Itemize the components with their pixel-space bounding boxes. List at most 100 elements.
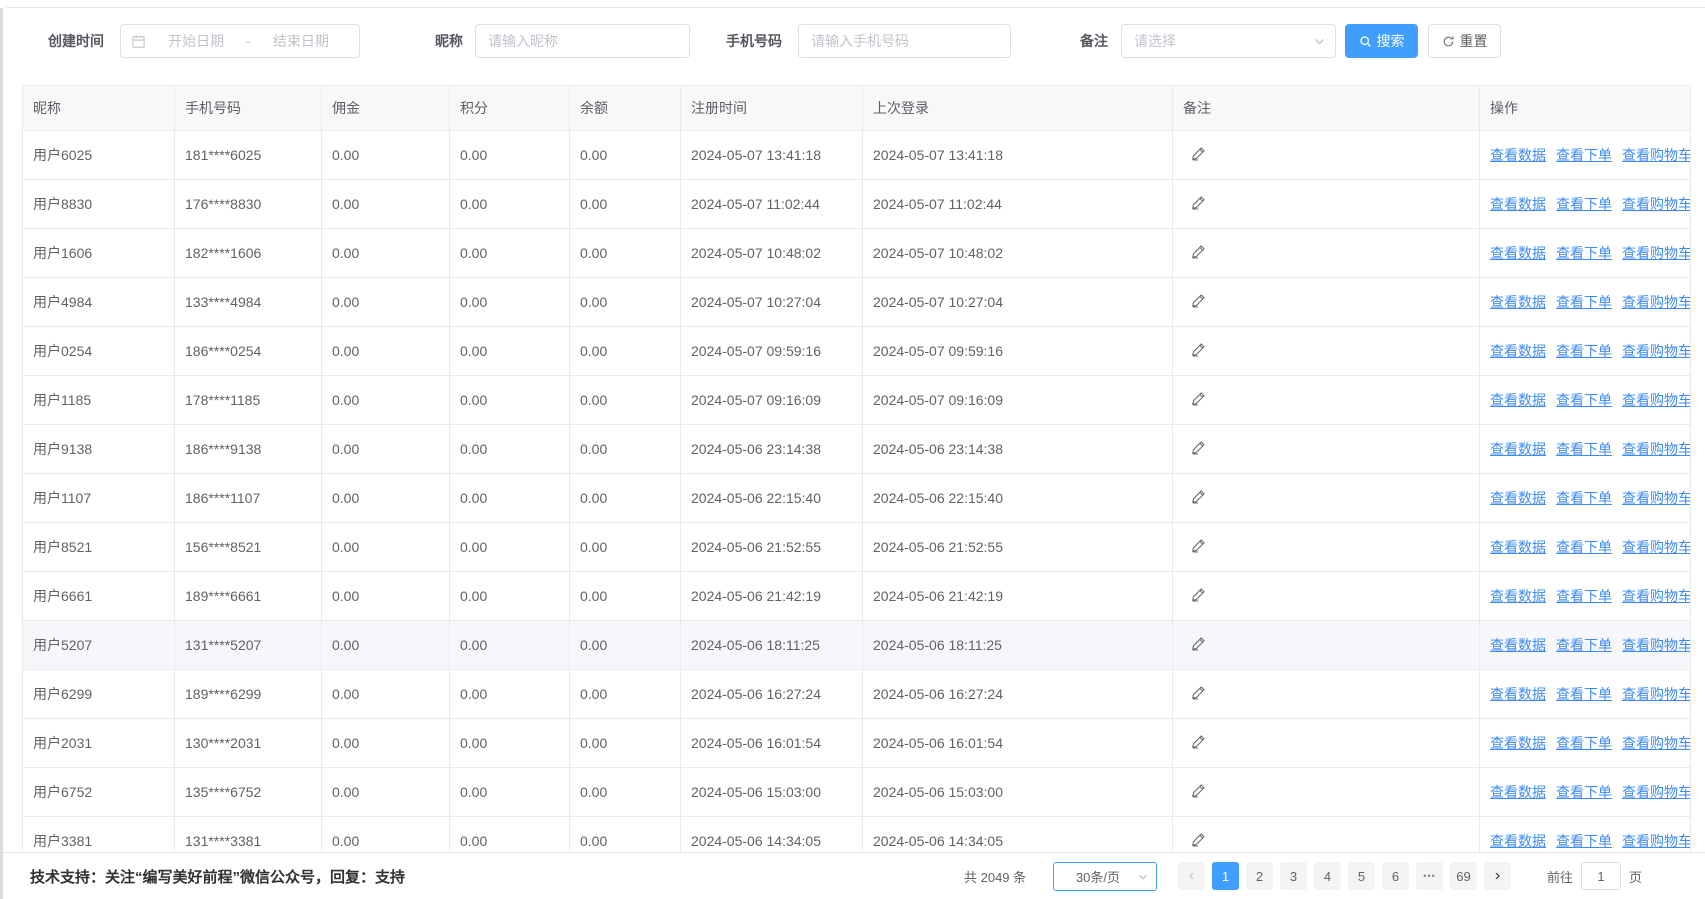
more-pages-button[interactable]: ••• xyxy=(1416,862,1443,890)
reset-button[interactable]: 重置 xyxy=(1428,24,1501,58)
remark-select[interactable]: 请选择 xyxy=(1121,24,1336,58)
cell-balance: 0.00 xyxy=(570,425,681,474)
start-date-placeholder[interactable]: 开始日期 xyxy=(148,31,244,51)
left-edge-scrollbar[interactable] xyxy=(0,8,3,899)
phone-input[interactable] xyxy=(798,24,1011,58)
action-link[interactable]: 查看下单 xyxy=(1556,196,1612,212)
prev-page-button[interactable]: ‹ xyxy=(1178,862,1205,890)
edit-remark-icon[interactable] xyxy=(1191,195,1206,210)
action-link[interactable]: 查看数据 xyxy=(1490,441,1546,457)
cell-nickname: 用户5207 xyxy=(23,621,175,670)
cell-phone: 186****1107 xyxy=(175,474,322,523)
action-link[interactable]: 查看数据 xyxy=(1490,833,1546,849)
action-link[interactable]: 查看数据 xyxy=(1490,245,1546,261)
end-date-placeholder[interactable]: 结束日期 xyxy=(253,31,349,51)
action-link[interactable]: 查看下单 xyxy=(1556,833,1612,849)
action-link[interactable]: 查看数据 xyxy=(1490,490,1546,506)
cell-points: 0.00 xyxy=(450,768,570,817)
action-link[interactable]: 查看购物车 xyxy=(1622,196,1691,212)
action-link[interactable]: 查看购物车 xyxy=(1622,392,1691,408)
edit-remark-icon[interactable] xyxy=(1191,391,1206,406)
action-link[interactable]: 查看数据 xyxy=(1490,196,1546,212)
cell-remark xyxy=(1173,376,1480,425)
search-button[interactable]: 搜索 xyxy=(1345,24,1418,58)
action-link[interactable]: 查看购物车 xyxy=(1622,441,1691,457)
action-link[interactable]: 查看下单 xyxy=(1556,294,1612,310)
action-link[interactable]: 查看下单 xyxy=(1556,637,1612,653)
page-size-select[interactable]: 30条/页 xyxy=(1053,862,1157,891)
action-link[interactable]: 查看数据 xyxy=(1490,784,1546,800)
edit-remark-icon[interactable] xyxy=(1191,146,1206,161)
action-link[interactable]: 查看购物车 xyxy=(1622,490,1691,506)
page-button-6[interactable]: 6 xyxy=(1382,862,1409,890)
nickname-label: 昵称 xyxy=(435,24,463,58)
page-button-2[interactable]: 2 xyxy=(1246,862,1273,890)
action-link[interactable]: 查看数据 xyxy=(1490,735,1546,751)
action-link[interactable]: 查看购物车 xyxy=(1622,686,1691,702)
table-header-row: 昵称手机号码佣金积分余额注册时间上次登录备注操作 xyxy=(23,86,1691,131)
cell-commission: 0.00 xyxy=(322,768,450,817)
cell-register-time: 2024-05-07 10:48:02 xyxy=(681,229,863,278)
cell-points: 0.00 xyxy=(450,719,570,768)
action-link[interactable]: 查看数据 xyxy=(1490,686,1546,702)
action-link[interactable]: 查看购物车 xyxy=(1622,147,1691,163)
action-link[interactable]: 查看下单 xyxy=(1556,392,1612,408)
edit-remark-icon[interactable] xyxy=(1191,636,1206,651)
edit-remark-icon[interactable] xyxy=(1191,489,1206,504)
action-link[interactable]: 查看购物车 xyxy=(1622,343,1691,359)
action-link[interactable]: 查看购物车 xyxy=(1622,294,1691,310)
goto-page-input[interactable] xyxy=(1581,862,1621,890)
page-button-3[interactable]: 3 xyxy=(1280,862,1307,890)
action-link[interactable]: 查看下单 xyxy=(1556,343,1612,359)
page-button-5[interactable]: 5 xyxy=(1348,862,1375,890)
action-link[interactable]: 查看下单 xyxy=(1556,539,1612,555)
action-link[interactable]: 查看购物车 xyxy=(1622,588,1691,604)
nickname-input[interactable] xyxy=(475,24,690,58)
action-link[interactable]: 查看数据 xyxy=(1490,294,1546,310)
action-link[interactable]: 查看数据 xyxy=(1490,392,1546,408)
action-link[interactable]: 查看下单 xyxy=(1556,441,1612,457)
cell-commission: 0.00 xyxy=(322,523,450,572)
edit-remark-icon[interactable] xyxy=(1191,685,1206,700)
action-link[interactable]: 查看下单 xyxy=(1556,588,1612,604)
cell-points: 0.00 xyxy=(450,327,570,376)
action-link[interactable]: 查看数据 xyxy=(1490,637,1546,653)
action-link[interactable]: 查看下单 xyxy=(1556,735,1612,751)
edit-remark-icon[interactable] xyxy=(1191,587,1206,602)
edit-remark-icon[interactable] xyxy=(1191,734,1206,749)
page-button-69[interactable]: 69 xyxy=(1450,862,1477,890)
action-link[interactable]: 查看下单 xyxy=(1556,245,1612,261)
table-row: 用户8521 156****8521 0.00 0.00 0.00 2024-0… xyxy=(23,523,1691,572)
action-link[interactable]: 查看购物车 xyxy=(1622,833,1691,849)
column-header: 上次登录 xyxy=(863,86,1173,131)
action-link[interactable]: 查看数据 xyxy=(1490,343,1546,359)
cell-points: 0.00 xyxy=(450,131,570,180)
action-link[interactable]: 查看购物车 xyxy=(1622,245,1691,261)
page-button-4[interactable]: 4 xyxy=(1314,862,1341,890)
cell-nickname: 用户1185 xyxy=(23,376,175,425)
table-row: 用户8830 176****8830 0.00 0.00 0.00 2024-0… xyxy=(23,180,1691,229)
action-link[interactable]: 查看购物车 xyxy=(1622,784,1691,800)
action-link[interactable]: 查看购物车 xyxy=(1622,735,1691,751)
action-link[interactable]: 查看下单 xyxy=(1556,490,1612,506)
edit-remark-icon[interactable] xyxy=(1191,538,1206,553)
date-range-picker[interactable]: 开始日期 - 结束日期 xyxy=(120,24,360,58)
next-page-button[interactable]: › xyxy=(1484,862,1511,890)
page-button-1[interactable]: 1 xyxy=(1212,862,1239,890)
cell-last-login: 2024-05-06 15:03:00 xyxy=(863,768,1173,817)
action-link[interactable]: 查看购物车 xyxy=(1622,637,1691,653)
edit-remark-icon[interactable] xyxy=(1191,342,1206,357)
edit-remark-icon[interactable] xyxy=(1191,832,1206,847)
action-link[interactable]: 查看购物车 xyxy=(1622,539,1691,555)
edit-remark-icon[interactable] xyxy=(1191,440,1206,455)
action-link[interactable]: 查看数据 xyxy=(1490,588,1546,604)
action-link[interactable]: 查看下单 xyxy=(1556,784,1612,800)
action-link[interactable]: 查看数据 xyxy=(1490,539,1546,555)
action-link[interactable]: 查看下单 xyxy=(1556,147,1612,163)
edit-remark-icon[interactable] xyxy=(1191,244,1206,259)
edit-remark-icon[interactable] xyxy=(1191,783,1206,798)
action-link[interactable]: 查看下单 xyxy=(1556,686,1612,702)
cell-remark xyxy=(1173,180,1480,229)
edit-remark-icon[interactable] xyxy=(1191,293,1206,308)
action-link[interactable]: 查看数据 xyxy=(1490,147,1546,163)
